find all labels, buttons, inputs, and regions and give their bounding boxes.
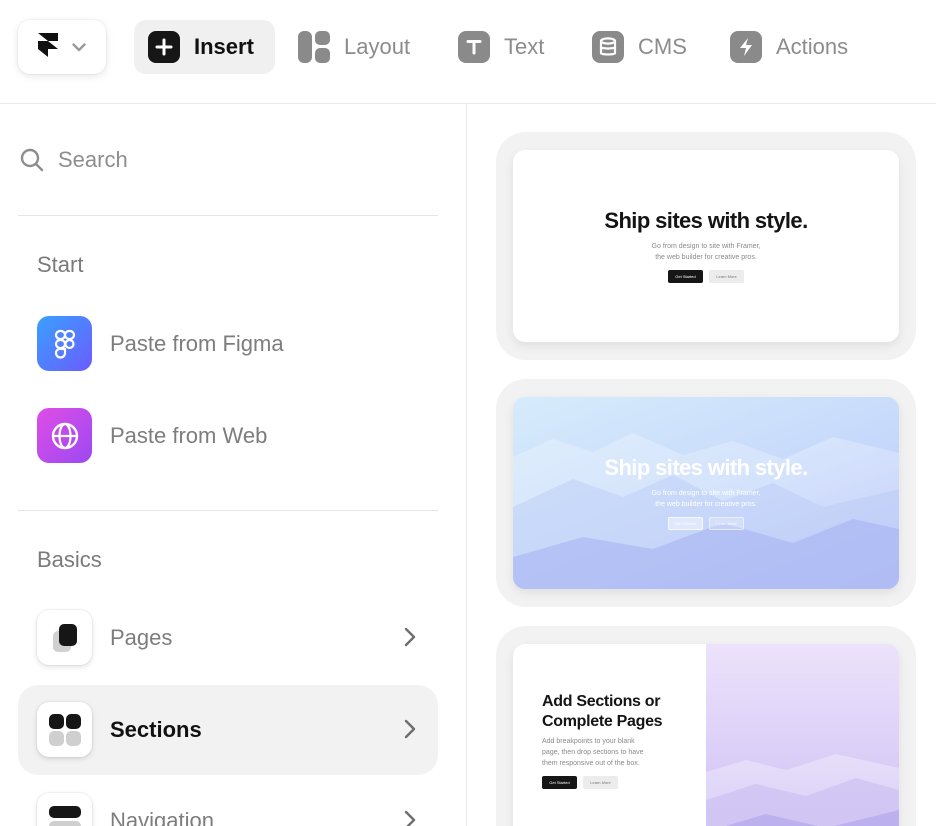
learn-more-button: Learn More bbox=[709, 517, 744, 530]
figma-icon bbox=[37, 316, 92, 371]
chevron-down-icon bbox=[72, 42, 86, 51]
template-subtitle-line: Go from design to site with Framer, bbox=[651, 490, 761, 497]
learn-more-button: Learn More bbox=[583, 776, 618, 789]
search-field[interactable]: Search bbox=[20, 140, 438, 180]
tab-actions[interactable]: Actions bbox=[716, 20, 862, 74]
divider bbox=[18, 215, 438, 216]
tab-layout-label: Layout bbox=[344, 34, 411, 59]
framer-menu-button[interactable] bbox=[18, 20, 106, 74]
template-buttons: Get Started Learn More bbox=[542, 776, 618, 789]
tab-text-label: Text bbox=[504, 34, 545, 59]
divider bbox=[18, 510, 438, 511]
tab-cms-label: CMS bbox=[638, 34, 687, 59]
template-card[interactable]: Add Sections or Complete Pages Add break… bbox=[496, 626, 916, 826]
section-title-start: Start bbox=[37, 252, 84, 277]
chevron-right-icon bbox=[404, 719, 416, 739]
database-icon bbox=[592, 31, 624, 63]
template-subtitle: Add breakpoints to your blank page, then… bbox=[542, 736, 644, 769]
navigation-label: Navigation bbox=[110, 808, 214, 826]
template-subtitle-line: them responsive out of the box. bbox=[542, 760, 640, 767]
template-preview: Ship sites with style. Go from design to… bbox=[513, 150, 899, 342]
learn-more-button: Learn More bbox=[709, 270, 744, 283]
layout-icon bbox=[298, 31, 330, 63]
chevron-right-icon bbox=[404, 810, 416, 826]
mountains-image bbox=[706, 754, 899, 826]
template-image bbox=[706, 644, 899, 826]
paste-from-web-label: Paste from Web bbox=[110, 423, 268, 448]
navigation-icon bbox=[37, 793, 92, 826]
template-subtitle-line: the web builder for creative pros. bbox=[655, 254, 757, 261]
paste-from-figma-label: Paste from Figma bbox=[110, 331, 284, 356]
sidebar-item-navigation[interactable]: Navigation bbox=[18, 776, 438, 826]
tab-layout[interactable]: Layout bbox=[284, 20, 424, 74]
pages-icon bbox=[37, 610, 92, 665]
tab-text[interactable]: Text bbox=[444, 20, 558, 74]
template-title: Add Sections or Complete Pages bbox=[542, 692, 663, 732]
template-title-line: Complete Pages bbox=[542, 713, 663, 730]
templates-panel: Ship sites with style. Go from design to… bbox=[467, 104, 936, 826]
search-icon bbox=[20, 148, 44, 172]
tab-cms[interactable]: CMS bbox=[578, 20, 701, 74]
get-started-button: Get Started bbox=[542, 776, 577, 789]
section-title-basics: Basics bbox=[37, 547, 102, 572]
sidebar-item-sections[interactable]: Sections bbox=[18, 685, 438, 775]
sections-icon bbox=[37, 702, 92, 757]
template-card[interactable]: Ship sites with style. Go from design to… bbox=[496, 379, 916, 607]
framer-logo-icon bbox=[38, 33, 58, 57]
template-subtitle-line: the web builder for creative pros. bbox=[655, 501, 757, 508]
search-input[interactable]: Search bbox=[58, 147, 128, 173]
template-subtitle-line: Add breakpoints to your blank bbox=[542, 738, 635, 745]
template-title: Ship sites with style. bbox=[604, 208, 808, 233]
sections-label: Sections bbox=[110, 717, 202, 742]
template-card[interactable]: Ship sites with style. Go from design to… bbox=[496, 132, 916, 360]
tab-insert[interactable]: Insert bbox=[134, 20, 275, 74]
tab-insert-label: Insert bbox=[194, 34, 254, 59]
plus-icon bbox=[148, 31, 180, 63]
template-preview: Ship sites with style. Go from design to… bbox=[513, 397, 899, 589]
template-buttons: Get Started Learn More bbox=[513, 270, 899, 283]
template-preview: Add Sections or Complete Pages Add break… bbox=[513, 644, 899, 826]
lightning-icon bbox=[730, 31, 762, 63]
text-icon bbox=[458, 31, 490, 63]
get-started-button: Get Started bbox=[668, 270, 703, 283]
globe-icon bbox=[37, 408, 92, 463]
template-buttons: Get Started Learn More bbox=[513, 517, 899, 530]
paste-from-web-item[interactable]: Paste from Web bbox=[18, 391, 438, 481]
paste-from-figma-item[interactable]: Paste from Figma bbox=[18, 299, 438, 389]
template-title: Ship sites with style. bbox=[604, 455, 808, 480]
sidebar-item-pages[interactable]: Pages bbox=[18, 593, 438, 683]
tab-actions-label: Actions bbox=[776, 34, 849, 59]
template-subtitle-line: page, then drop sections to have bbox=[542, 749, 644, 756]
get-started-button: Get Started bbox=[668, 517, 703, 530]
template-title-line: Add Sections or bbox=[542, 693, 661, 710]
template-subtitle-line: Go from design to site with Framer, bbox=[651, 243, 761, 250]
toolbar: Insert Layout Text CMS Actions bbox=[0, 0, 936, 104]
insert-panel: Search Start Paste from Figma Paste from… bbox=[0, 104, 467, 826]
chevron-right-icon bbox=[404, 627, 416, 647]
pages-label: Pages bbox=[110, 625, 173, 650]
